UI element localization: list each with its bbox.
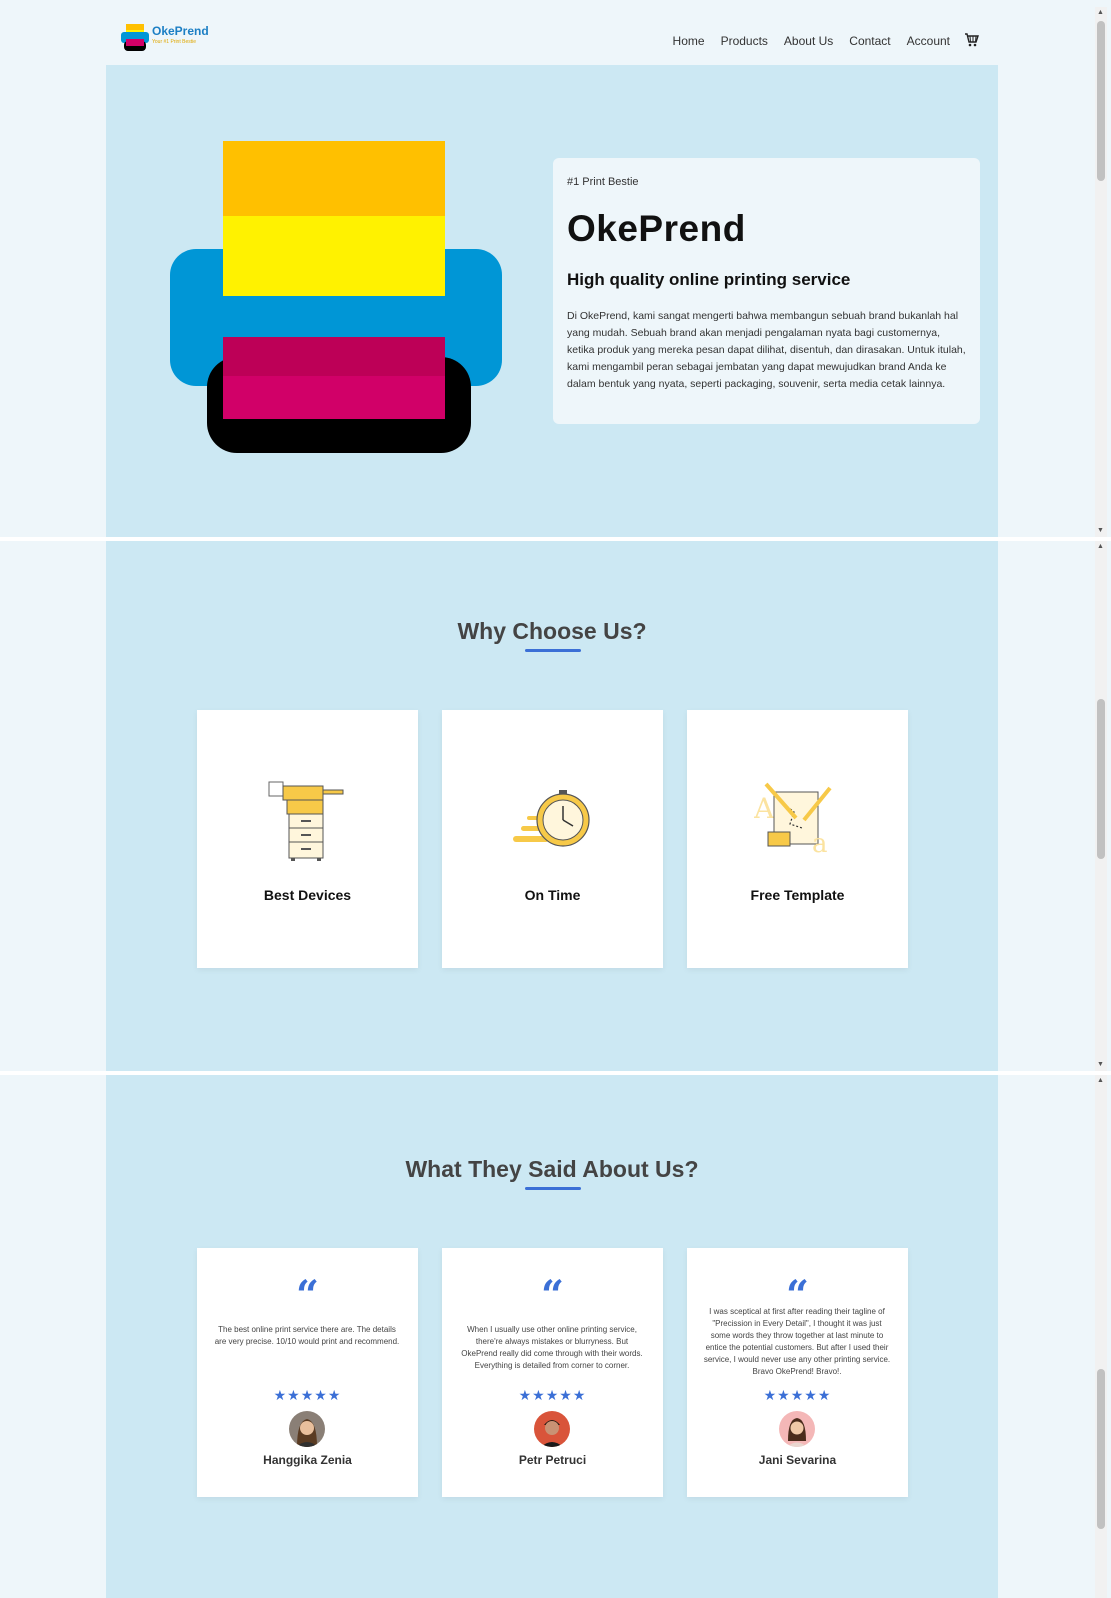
scroll-down-icon[interactable]: ▼ [1097, 1061, 1104, 1069]
hero-subtitle: High quality online printing service [567, 270, 851, 289]
why-choose-section: Why Choose Us? Best Devices On Time A a … [106, 541, 998, 1071]
hero-tag: #1 Print Bestie [567, 176, 639, 188]
rating-stars: ★★★★★ [763, 1387, 832, 1403]
review-text: The best online print service there are.… [214, 1325, 400, 1346]
scrollbar-thumb[interactable] [1097, 1369, 1105, 1529]
scroll-up-icon[interactable]: ▲ [1097, 9, 1104, 17]
rating-stars: ★★★★★ [518, 1387, 587, 1403]
scrollbar[interactable]: ▲ [1095, 1075, 1107, 1598]
scroll-up-icon[interactable]: ▲ [1097, 1077, 1104, 1085]
feature-card-free-template: A a Free Template [687, 710, 908, 968]
quote-icon: “ [540, 1272, 564, 1319]
testimonial-card: “ The best online print service there ar… [197, 1248, 418, 1497]
hero-card: #1 Print Bestie OkePrend High quality on… [553, 158, 980, 424]
svg-text:A: A [754, 792, 775, 825]
nav-contact[interactable]: Contact [849, 34, 890, 48]
nav-products[interactable]: Products [721, 34, 768, 48]
logo-name: OkePrend [152, 24, 209, 38]
fast-clock-icon [513, 790, 590, 847]
testimonials-title-underline [525, 1187, 581, 1190]
copier-icon [268, 781, 344, 861]
design-template-icon: A a [754, 782, 832, 858]
feature-card-best-devices: Best Devices [197, 710, 418, 968]
reviewer-name: Petr Petruci [518, 1453, 587, 1467]
site-logo[interactable]: OkePrend Your #1 Print Bestie [120, 24, 220, 54]
nav-home[interactable]: Home [673, 34, 705, 48]
scroll-up-icon[interactable]: ▲ [1097, 543, 1104, 551]
nav-account[interactable]: Account [907, 34, 950, 48]
reviewer-name: Hanggika Zenia [263, 1453, 352, 1467]
avatar [779, 1411, 815, 1447]
feature-title: On Time [524, 887, 581, 903]
testimonials-title: What They Said About Us? [405, 1156, 699, 1182]
cart-icon[interactable] [964, 33, 979, 52]
review-text: When I usually use other online printing… [461, 1325, 643, 1370]
why-title-underline [525, 649, 581, 652]
testimonials-section: What They Said About Us? “ The best onli… [106, 1075, 998, 1598]
svg-text:a: a [812, 829, 828, 858]
feature-card-on-time: On Time [442, 710, 663, 968]
hero-title: OkePrend [567, 208, 746, 249]
top-navbar: OkePrend Your #1 Print Bestie Home Produ… [0, 7, 1092, 65]
printer-logo-icon [121, 24, 149, 51]
nav-about-us[interactable]: About Us [784, 34, 833, 48]
scrollbar-thumb[interactable] [1097, 21, 1105, 181]
hero-description: Di OkePrend, kami sangat mengerti bahwa … [567, 310, 966, 390]
avatar [289, 1411, 325, 1447]
printer-illustration [170, 141, 502, 453]
why-title: Why Choose Us? [457, 618, 647, 644]
reviewer-name: Jani Sevarina [758, 1453, 837, 1467]
scrollbar[interactable]: ▲ ▼ [1095, 541, 1107, 1071]
rating-stars: ★★★★★ [273, 1387, 342, 1403]
quote-icon: “ [295, 1272, 319, 1319]
testimonial-card: “ I was sceptical at first after reading… [687, 1248, 908, 1497]
feature-title: Free Template [750, 887, 845, 903]
scrollbar-thumb[interactable] [1097, 699, 1105, 859]
testimonial-card: “ When I usually use other online printi… [442, 1248, 663, 1497]
avatar [534, 1411, 570, 1447]
hero-section: #1 Print Bestie OkePrend High quality on… [106, 65, 998, 537]
feature-title: Best Devices [263, 887, 352, 903]
scrollbar[interactable]: ▲ ▼ [1095, 7, 1107, 537]
logo-tagline: Your #1 Print Bestie [152, 39, 197, 45]
review-text: I was sceptical at first after reading t… [703, 1307, 891, 1376]
scroll-down-icon[interactable]: ▼ [1097, 527, 1104, 535]
